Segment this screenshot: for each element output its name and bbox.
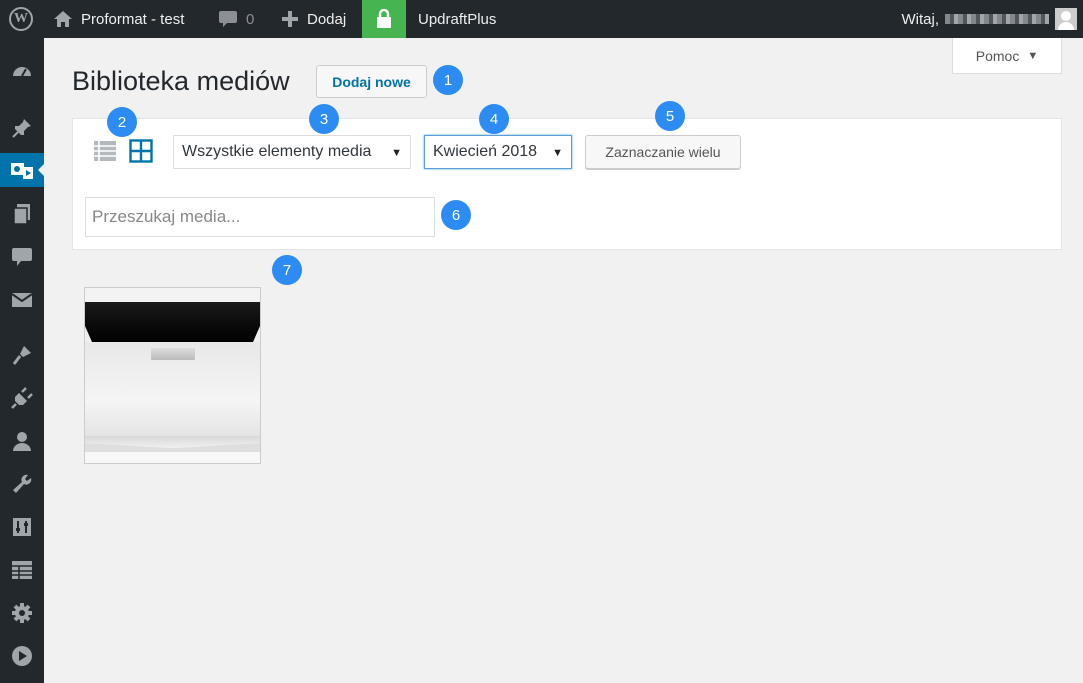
thumbnail-laptop-hinge [151,348,195,360]
gear-icon [12,603,32,623]
add-new-button[interactable]: Dodaj nowe [316,65,427,98]
help-tab-button[interactable]: Pomoc ▼ [952,38,1062,74]
plus-icon [282,11,298,27]
menu-appearance[interactable] [0,338,44,372]
site-name: Proformat - test [81,10,185,28]
callout-badge: 7 [272,255,302,285]
media-type-filter-value: Wszystkie elementy media [182,143,372,160]
comments-icon [12,248,32,266]
admin-bar: W Proformat - test 0 Dodaj UpdraftPlus W… [0,0,1083,38]
media-attachment-thumbnail[interactable] [84,287,261,464]
grid-view-icon[interactable] [129,139,153,163]
mail-icon [11,293,33,307]
comments-count: 0 [246,10,255,28]
play-icon [12,646,32,666]
updraftplus-label: UpdraftPlus [418,10,497,28]
new-label: Dodaj [307,10,347,28]
comment-bubble-icon [219,11,237,27]
menu-posts[interactable] [0,111,44,145]
menu-media[interactable] [0,153,45,187]
thumbnail-background [85,288,260,302]
list-view-icon[interactable] [93,139,117,163]
account-menu[interactable]: Witaj, [901,0,1077,38]
menu-plugins[interactable] [0,381,44,415]
media-type-filter-select[interactable]: Wszystkie elementy media ▼ [173,135,411,169]
callout-badge: 3 [309,104,339,134]
appearance-icon [12,346,31,365]
thumbnail-laptop-screen [85,302,260,342]
new-content-link[interactable]: Dodaj [281,0,346,38]
users-icon [13,432,31,451]
date-filter-select[interactable]: Kwiecień 2018 ▼ [424,135,572,169]
menu-comments[interactable] [0,240,44,274]
callout-badge: 5 [655,101,685,131]
avatar [1055,8,1077,30]
menu-users[interactable] [0,424,44,458]
menu-mail[interactable] [0,283,44,317]
dashboard-icon [13,67,31,77]
home-icon [54,11,72,27]
page-title: Biblioteka mediów [72,66,290,96]
menu-table[interactable] [0,553,44,587]
comments-link[interactable]: 0 [218,0,254,38]
menu-dashboard[interactable] [0,55,44,89]
triangle-down-icon: ▼ [1027,49,1039,62]
dropdown-caret-icon: ▼ [552,147,563,159]
settings-sliders-icon [13,518,31,536]
updraftplus-link[interactable]: UpdraftPlus [418,0,496,38]
lock-icon [377,9,391,28]
pin-icon [12,119,31,138]
menu-tools[interactable] [0,467,44,501]
dropdown-caret-icon: ▼ [391,147,402,159]
menu-settings[interactable] [0,596,44,630]
plugins-icon [11,387,33,409]
callout-badge: 4 [479,104,509,134]
help-label: Pomoc [975,47,1020,64]
table-icon [12,561,32,579]
bulk-select-button[interactable]: Zaznaczanie wielu [585,135,741,169]
callout-badge: 2 [107,107,137,137]
date-filter-value: Kwiecień 2018 [433,143,538,160]
media-icon [11,163,33,179]
wordpress-logo-icon[interactable]: W [0,0,42,38]
callout-badge: 1 [433,65,463,95]
tools-icon [13,474,32,493]
blurred-username [945,14,1049,24]
admin-sidebar [0,38,45,683]
menu-video[interactable] [0,639,44,673]
menu-settings-sliders[interactable] [0,510,44,544]
security-lock-button[interactable] [362,0,406,38]
callout-badge: 6 [441,200,471,230]
howdy-text: Witaj, [901,10,940,28]
site-name-link[interactable]: Proformat - test [53,0,184,38]
pages-icon [13,204,30,225]
menu-pages[interactable] [0,197,44,231]
search-media-input[interactable] [85,197,435,237]
